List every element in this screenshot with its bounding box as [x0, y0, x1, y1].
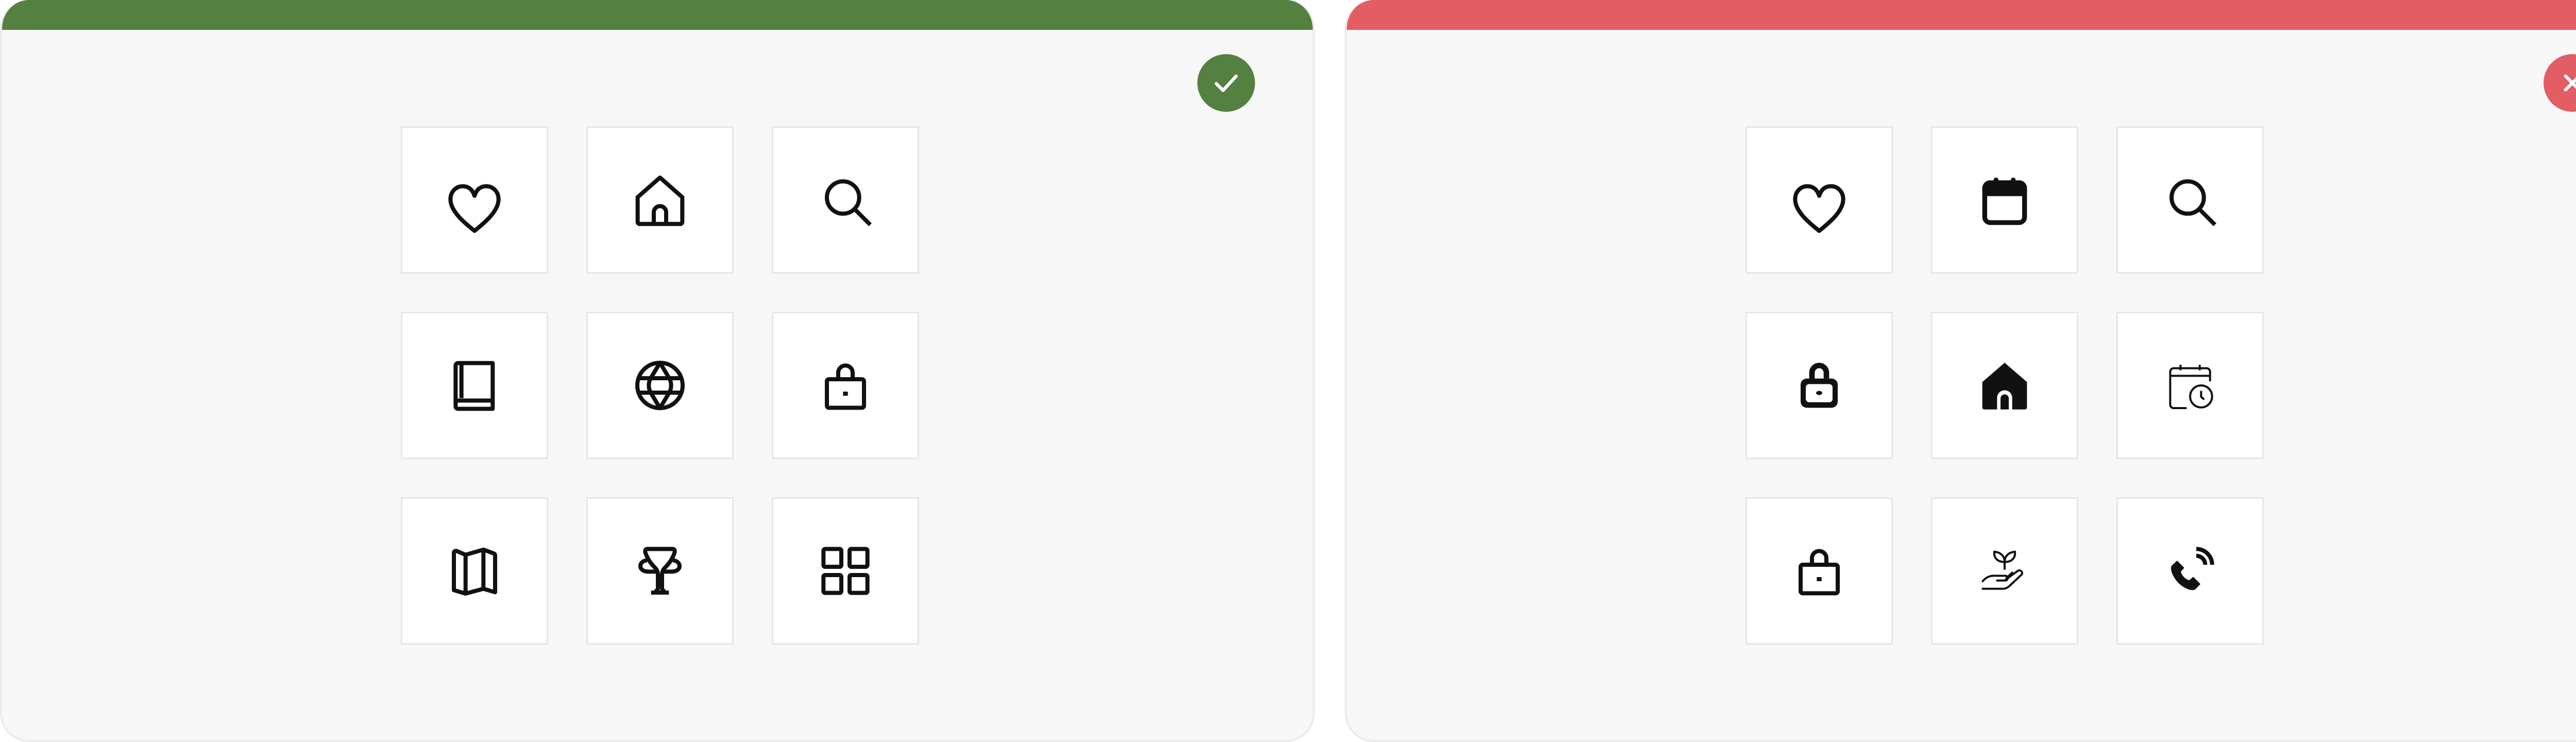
icon-tile-calendar-clock [2116, 312, 2264, 459]
icon-tile-home-filled [1931, 312, 2078, 459]
search-icon [2170, 179, 2216, 226]
heart-icon [448, 184, 501, 233]
bad-top-bar [1347, 0, 2576, 30]
good-example-panel [0, 0, 1315, 742]
icon-tile-lock [772, 312, 919, 459]
icon-tile-plant-hand [1931, 497, 2078, 645]
lock-filled-icon [1801, 363, 1838, 408]
close-icon [2564, 74, 2576, 92]
home-filled-icon [1982, 363, 2027, 410]
icon-tile-calendar [1931, 126, 2078, 274]
calendar-clock-thin-icon [2169, 365, 2213, 409]
icon-tile-trophy [586, 497, 734, 645]
calendar-filled-icon [1982, 177, 2027, 225]
icon-tile-search [2116, 126, 2264, 274]
trophy-icon [638, 547, 682, 595]
lock-icon [824, 363, 867, 410]
icon-tile-phone-signal [2116, 497, 2264, 645]
icon-tile-heart [1745, 126, 1893, 274]
home-icon [635, 175, 685, 226]
search-icon [825, 179, 872, 226]
globe-icon [635, 361, 685, 410]
icon-tile-home [586, 126, 734, 274]
phone-signal-filled-icon [2171, 547, 2214, 591]
heart-icon [1793, 184, 1845, 233]
icon-tile-grid [772, 497, 919, 645]
icon-tile-heart [401, 126, 548, 274]
icon-tile-map [401, 497, 548, 645]
icon-tile-globe [586, 312, 734, 459]
icon-tile-lock-filled [1745, 312, 1893, 459]
grid-icon [821, 547, 870, 595]
cross-badge [2544, 54, 2576, 112]
map-icon [452, 547, 497, 596]
book-icon [453, 361, 495, 411]
icon-tile-search [772, 126, 919, 274]
lock-icon [1798, 549, 1840, 596]
good-top-bar [2, 0, 1313, 30]
plant-hand-thin-icon [1981, 550, 2023, 590]
bad-example-panel [1345, 0, 2576, 742]
icon-tile-lock [1745, 497, 1893, 645]
checkmark-icon [1214, 74, 1238, 92]
icon-tile-book [401, 312, 548, 459]
check-badge [1197, 54, 1255, 112]
